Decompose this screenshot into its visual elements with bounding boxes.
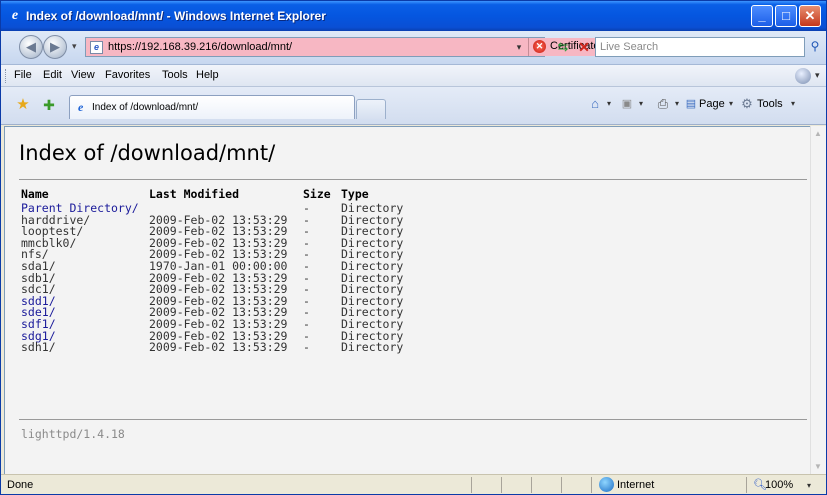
page-icon: e (90, 41, 103, 54)
maximize-button[interactable]: □ (775, 5, 797, 27)
home-dropdown[interactable]: ▾ (607, 99, 611, 108)
menu-bar: File Edit View Favorites Tools Help ▾ (1, 65, 826, 87)
minimize-icon: _ (758, 8, 766, 23)
column-header-type[interactable]: Type (341, 188, 369, 201)
title-bar[interactable]: e Index of /download/mnt/ - Windows Inte… (1, 1, 826, 31)
scroll-down-icon[interactable]: ▼ (814, 462, 822, 471)
zoom-level[interactable]: 100% (765, 479, 793, 491)
refresh-icon: ⇆ (557, 39, 569, 54)
status-divider (746, 477, 747, 493)
toolbar-options-icon[interactable] (795, 68, 811, 84)
scroll-up-icon[interactable]: ▲ (814, 129, 822, 138)
status-bar: Done Internet 🔍︎ 100% ▾ (1, 474, 826, 494)
feeds-dropdown[interactable]: ▾ (639, 99, 643, 108)
search-placeholder: Live Search (600, 41, 659, 53)
status-divider (501, 477, 502, 493)
entry-size: - (303, 340, 310, 355)
page-menu-dropdown[interactable]: ▾ (729, 99, 733, 108)
refresh-button[interactable]: ⇆ (554, 38, 572, 56)
status-text: Done (7, 479, 34, 491)
status-divider (531, 477, 532, 493)
address-toolbar: ◀ ▶ ▾ e https://192.168.39.216/download/… (1, 31, 826, 65)
back-arrow-icon: ◀ (26, 39, 36, 54)
page-menu-button[interactable]: Page (699, 98, 725, 110)
favorites-star-icon[interactable]: ★ (15, 97, 31, 113)
tab-bar: ★ ✚ e Index of /download/mnt/ ⌂ ▾ ▣ ▾ ⎙ … (1, 87, 826, 125)
menu-edit[interactable]: Edit (43, 69, 62, 81)
add-favorites-icon[interactable]: ✚ (41, 97, 57, 113)
menu-tools[interactable]: Tools (162, 69, 188, 81)
status-divider (591, 477, 592, 493)
globe-icon (599, 477, 614, 492)
recent-pages-dropdown[interactable]: ▾ (72, 41, 77, 52)
divider-bottom (19, 419, 807, 420)
close-button[interactable]: ✕ (799, 5, 821, 27)
page-title: Index of /download/mnt/ (19, 141, 276, 165)
page-menu-icon: ▤ (685, 98, 697, 110)
menu-favorites[interactable]: Favorites (105, 69, 150, 81)
entry-modified: 2009-Feb-02 13:53:29 (149, 340, 288, 355)
forward-arrow-icon: ▶ (50, 39, 60, 54)
certificate-error-icon: ✕ (533, 40, 546, 53)
zoom-dropdown[interactable]: ▾ (807, 481, 811, 490)
tools-gear-icon: ⚙ (741, 96, 753, 111)
menu-help[interactable]: Help (196, 69, 219, 81)
column-header-size[interactable]: Size (303, 188, 331, 201)
maximize-icon: □ (782, 8, 790, 23)
print-icon[interactable]: ⎙ (655, 96, 671, 112)
address-field[interactable]: e https://192.168.39.216/download/mnt/ ▾… (85, 37, 628, 57)
new-tab-button[interactable] (356, 99, 386, 119)
divider-top (19, 179, 807, 180)
tab-label: Index of /download/mnt/ (92, 102, 199, 113)
status-divider (561, 477, 562, 493)
tools-menu-dropdown[interactable]: ▾ (791, 99, 795, 108)
minimize-button[interactable]: _ (751, 5, 773, 27)
search-button[interactable]: ⚲ (808, 39, 822, 55)
security-zone-label[interactable]: Internet (617, 479, 654, 491)
print-dropdown[interactable]: ▾ (675, 99, 679, 108)
search-input[interactable]: Live Search (595, 37, 805, 57)
column-header-name[interactable]: Name (21, 188, 49, 201)
status-divider (471, 477, 472, 493)
feeds-icon[interactable]: ▣ (619, 96, 635, 112)
home-icon[interactable]: ⌂ (587, 96, 603, 112)
stop-button[interactable]: ✕ (575, 38, 593, 56)
column-header-modified[interactable]: Last Modified (149, 188, 239, 201)
entry-type: Directory (341, 340, 404, 355)
menu-view[interactable]: View (71, 69, 95, 81)
stop-icon: ✕ (578, 39, 590, 55)
address-dropdown-button[interactable]: ▾ (512, 40, 526, 54)
back-button[interactable]: ◀ (19, 35, 43, 59)
tab-active[interactable]: e Index of /download/mnt/ (69, 95, 355, 119)
search-icon: ⚲ (810, 39, 820, 53)
close-icon: ✕ (804, 8, 816, 23)
page-content: Index of /download/mnt/ Name Last Modifi… (4, 126, 810, 474)
entry-name-link[interactable]: sdh1/ (21, 342, 56, 354)
toolbar-grip[interactable] (5, 69, 7, 83)
forward-button[interactable]: ▶ (43, 35, 67, 59)
server-signature: lighttpd/1.4.18 (21, 427, 125, 441)
vertical-scrollbar[interactable]: ▲ ▼ (810, 126, 826, 474)
menu-file[interactable]: File (14, 69, 32, 81)
window-title: Index of /download/mnt/ - Windows Intern… (26, 9, 326, 23)
tab-page-icon: e (78, 100, 84, 114)
ie-logo-icon: e (11, 8, 19, 23)
address-url[interactable]: https://192.168.39.216/download/mnt/ (108, 41, 292, 53)
tools-menu-button[interactable]: Tools (757, 98, 783, 110)
browser-window: e Index of /download/mnt/ - Windows Inte… (0, 0, 827, 495)
toolbar-options-dropdown[interactable]: ▾ (815, 70, 820, 81)
